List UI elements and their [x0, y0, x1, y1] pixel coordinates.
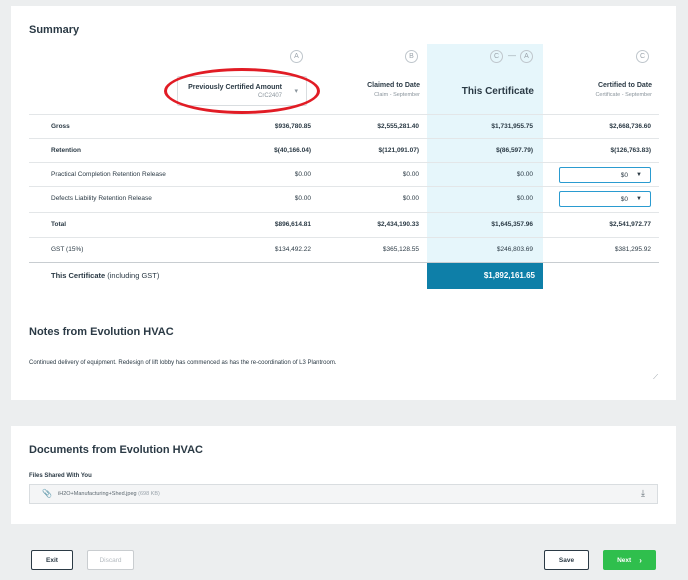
row-certified-value: $381,295.92 [614, 246, 651, 253]
column-a-badge: A [290, 50, 303, 63]
row-this-value: $0.00 [516, 171, 533, 178]
resize-handle-icon[interactable]: ⟋ [653, 374, 658, 382]
dl-release-select[interactable]: $0 ▼ [559, 191, 651, 207]
notes-text: Continued delivery of equipment. Redesig… [29, 360, 337, 366]
row-label: GST (15%) [51, 246, 84, 253]
table-row: Defects Liability Retention Release $0.0… [29, 186, 659, 210]
row-label: Defects Liability Retention Release [51, 195, 152, 202]
certified-to-date-title: Certified to Date [597, 82, 652, 89]
chevron-right-icon: › [639, 555, 642, 565]
row-claimed-value: $2,434,190.33 [377, 221, 419, 228]
row-prev-value: $(40,166.04) [274, 147, 311, 154]
summary-card: Summary A B C — A C Previously Certified… [11, 6, 676, 400]
pc-release-select-value: $0 [620, 172, 628, 179]
row-certified-value: $2,541,972.77 [609, 221, 651, 228]
row-label: Retention [51, 147, 81, 154]
row-prev-value: $134,492.22 [274, 246, 311, 253]
file-name-text: iH2O+Manufacturing+Shed.jpeg [58, 491, 137, 497]
row-claimed-value: $365,128.55 [382, 246, 419, 253]
documents-card: Documents from Evolution HVAC Files Shar… [11, 426, 676, 524]
certified-to-date-sub: Certificate - September [595, 92, 652, 98]
row-claimed-value: $0.00 [402, 171, 419, 178]
table-row: Gross $936,780.85 $2,555,281.40 $1,731,9… [29, 114, 659, 138]
download-icon[interactable]: ⤓ [641, 488, 645, 499]
claimed-to-date-title: Claimed to Date [367, 82, 420, 89]
column-c-badge-certified: C [636, 50, 649, 63]
row-this-value: $1,731,955.75 [491, 123, 533, 130]
row-prev-value: $896,614.81 [274, 221, 311, 228]
annotation-circle [164, 68, 320, 114]
table-row: Retention $(40,166.04) $(121,091.07) $(8… [29, 138, 659, 162]
row-prev-value: $0.00 [294, 171, 311, 178]
next-button-label: Next [617, 556, 632, 564]
caret-down-icon: ▼ [636, 172, 642, 178]
summary-title: Summary [29, 24, 80, 36]
file-name: iH2O+Manufacturing+Shed.jpeg (698 KB) [58, 491, 160, 497]
notes-title: Notes from Evolution HVAC [29, 326, 174, 338]
row-this-value: $(86,597.79) [496, 147, 533, 154]
row-this-value: $0.00 [516, 195, 533, 202]
row-certified-value: $2,668,736.60 [609, 123, 651, 130]
row-prev-value: $936,780.85 [274, 123, 311, 130]
table-row: Practical Completion Retention Release $… [29, 162, 659, 186]
column-c-badge: C [490, 50, 503, 63]
row-claimed-value: $(121,091.07) [378, 147, 419, 154]
this-certificate-header: This Certificate [462, 86, 534, 97]
row-claimed-value: $0.00 [402, 195, 419, 202]
row-this-value: $1,645,357.96 [491, 221, 533, 228]
badge-minus: — [508, 51, 516, 60]
table-row: GST (15%) $134,492.22 $365,128.55 $246,8… [29, 237, 659, 261]
row-this-value: $246,803.69 [496, 246, 533, 253]
this-certificate-total-row: This Certificate (including GST) $1,892,… [29, 262, 659, 289]
table-row: Total $896,614.81 $2,434,190.33 $1,645,3… [29, 212, 659, 236]
row-label: Practical Completion Retention Release [51, 171, 166, 178]
pc-release-select[interactable]: $0 ▼ [559, 167, 651, 183]
total-label: This Certificate (including GST) [51, 271, 159, 280]
row-certified-value: $(126,763.83) [610, 147, 651, 154]
exit-button[interactable]: Exit [31, 550, 73, 570]
total-label-rest: (including GST) [105, 271, 160, 280]
file-size: (698 KB) [138, 491, 160, 497]
total-value: $1,892,161.65 [427, 263, 543, 289]
caret-down-icon: ▼ [636, 196, 642, 202]
certified-to-date-header: Certified to Date Certificate - Septembe… [595, 82, 652, 98]
row-claimed-value: $2,555,281.40 [377, 123, 419, 130]
dl-release-select-value: $0 [620, 196, 628, 203]
save-button[interactable]: Save [544, 550, 589, 570]
discard-button[interactable]: Discard [87, 550, 134, 570]
row-prev-value: $0.00 [294, 195, 311, 202]
documents-title: Documents from Evolution HVAC [29, 444, 203, 456]
column-a-badge-secondary: A [520, 50, 533, 63]
next-button[interactable]: Next › [603, 550, 656, 570]
column-b-badge: B [405, 50, 418, 63]
claimed-to-date-header: Claimed to Date Claim - September [367, 82, 420, 98]
paperclip-icon: 📎 [42, 489, 52, 498]
this-certificate-title: This Certificate [461, 86, 534, 97]
row-label: Gross [51, 123, 70, 130]
shared-file[interactable]: 📎 iH2O+Manufacturing+Shed.jpeg (698 KB) … [29, 484, 658, 504]
files-shared-label: Files Shared With You [29, 473, 92, 479]
claimed-to-date-sub: Claim - September [374, 92, 420, 98]
total-label-bold: This Certificate [51, 271, 106, 280]
row-label: Total [51, 221, 67, 228]
